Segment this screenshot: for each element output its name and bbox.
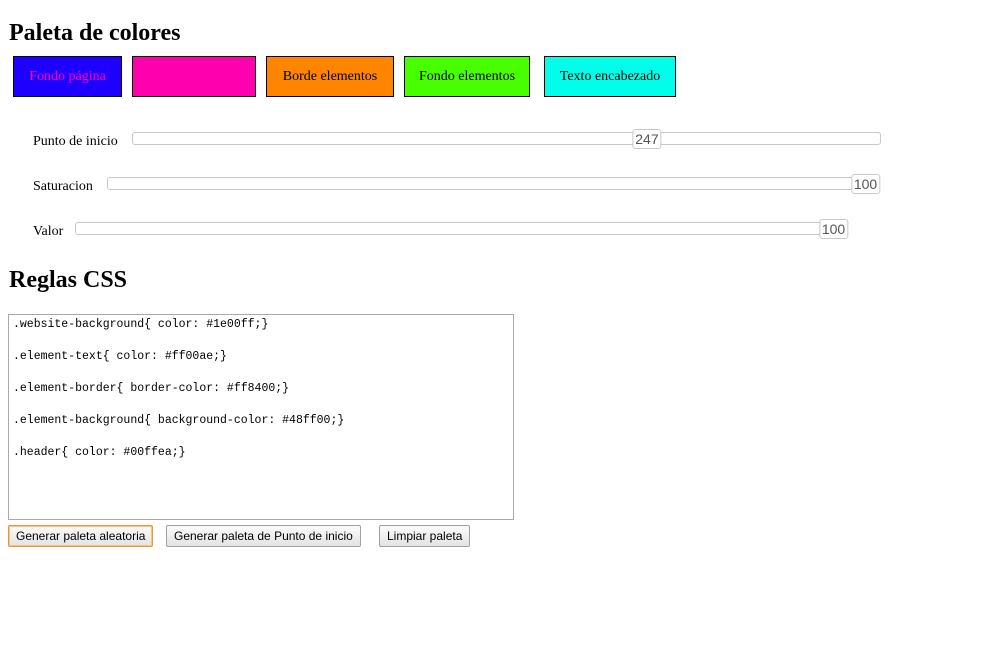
css-blank-line	[13, 365, 509, 381]
css-rules-heading: Reglas CSS	[9, 267, 128, 293]
css-rules-textarea[interactable]: .website-background{ color: #1e00ff;} .e…	[8, 314, 514, 520]
saturation-slider-thumb[interactable]: 100	[850, 174, 881, 194]
generate-random-palette-button[interactable]: Generar paleta aleatoria	[8, 525, 154, 547]
value-slider[interactable]: 100	[75, 219, 849, 239]
css-rule-line: .element-background{ background-color: #…	[13, 414, 345, 427]
clear-palette-button[interactable]: Limpiar paleta	[379, 525, 471, 547]
slider-label-start-point: Punto de inicio	[33, 134, 118, 149]
saturation-slider[interactable]: 100	[107, 174, 881, 194]
css-rule-line: .website-background{ color: #1e00ff;}	[13, 318, 269, 331]
slider-label-saturation: Saturacion	[33, 179, 93, 194]
css-blank-line	[13, 429, 509, 445]
swatch-element-border[interactable]: Borde elementos	[266, 56, 394, 97]
css-rule-line: .element-text{ color: #ff00ae;}	[13, 350, 227, 363]
swatch-page-background[interactable]: Fondo página	[13, 56, 122, 97]
palette-heading: Paleta de colores	[9, 20, 181, 46]
generate-start-point-palette-button[interactable]: Generar paleta de Punto de inicio	[166, 525, 361, 547]
swatch-header-text[interactable]: Texto encabezado	[544, 56, 676, 97]
swatch-element-text[interactable]: Texto elementos	[132, 56, 256, 97]
start-point-slider[interactable]: 247	[132, 129, 881, 149]
css-blank-line	[13, 397, 509, 413]
swatch-element-background[interactable]: Fondo elementos	[404, 56, 530, 97]
slider-label-value: Valor	[33, 224, 64, 239]
css-rule-line: .element-border{ border-color: #ff8400;}	[13, 382, 290, 395]
css-rule-line: .header{ color: #00ffea;}	[13, 446, 186, 459]
start-point-slider-thumb[interactable]: 247	[632, 129, 662, 149]
css-blank-line	[13, 333, 509, 349]
value-slider-thumb[interactable]: 100	[818, 219, 849, 239]
